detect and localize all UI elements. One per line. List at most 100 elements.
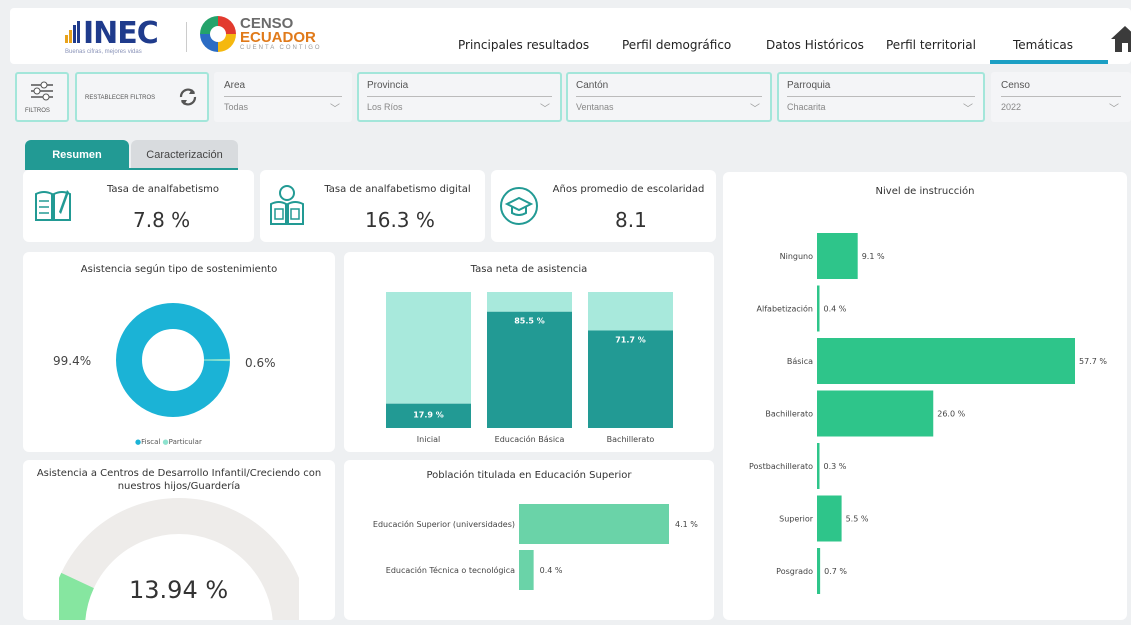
canton-label: Cantón xyxy=(576,80,609,91)
canton-underline xyxy=(576,96,762,97)
gauge-title-line1: Asistencia a Centros de Desarrollo Infan… xyxy=(36,468,322,479)
tasa-bar-remainder[interactable] xyxy=(487,292,572,312)
instruccion-category-label: Postbachillerato xyxy=(749,462,813,471)
donut-title: Asistencia según tipo de sostenimiento xyxy=(80,264,278,275)
chevron-down-icon: ﹀ xyxy=(963,104,973,115)
gauge-value: 13.94 % xyxy=(129,576,229,604)
chevron-down-icon: ﹀ xyxy=(330,104,340,115)
instruccion-value-label: 26.0 % xyxy=(937,410,965,419)
provincia-select[interactable]: Provincia Los Ríos ﹀ xyxy=(357,72,562,122)
instruccion-value-label: 57.7 % xyxy=(1079,357,1107,366)
tasa-bar-remainder[interactable] xyxy=(588,292,673,331)
instruccion-category-label: Alfabetización xyxy=(757,304,813,314)
parroquia-value: Chacarita xyxy=(787,102,826,112)
instruccion-bar[interactable] xyxy=(817,285,820,332)
censo-tagline: CUENTA CONTIGO xyxy=(240,45,322,51)
superior-value-label: 4.1 % xyxy=(675,520,698,529)
nav-tematicas[interactable]: Temáticas xyxy=(1013,38,1073,52)
tab-caracterizacion[interactable]: Caracterización xyxy=(131,140,238,170)
provincia-value: Los Ríos xyxy=(367,102,403,112)
instruccion-bar[interactable] xyxy=(817,338,1075,384)
area-value: Todas xyxy=(224,102,249,112)
area-select[interactable]: Area Todas ﹀ xyxy=(214,72,352,122)
refresh-icon xyxy=(179,88,197,106)
kpi-value: 8.1 xyxy=(615,208,647,232)
logo-divider xyxy=(186,22,187,52)
superior-bar[interactable] xyxy=(519,504,669,544)
donut-card: Asistencia según tipo de sostenimiento 9… xyxy=(23,252,335,452)
graduation-cap-icon xyxy=(500,187,538,225)
donut-particular-label: 0.6% xyxy=(245,356,276,370)
chevron-down-icon: ﹀ xyxy=(1109,104,1119,115)
censo-logo[interactable]: CENSO ECUADOR CUENTA CONTIGO xyxy=(200,16,322,52)
legend-particular: Particular xyxy=(168,438,202,446)
instruccion-bar[interactable] xyxy=(817,495,842,542)
reset-filters-label: RESTABLECER FILTROS xyxy=(85,95,156,101)
nav-datos-historicos[interactable]: Datos Históricos xyxy=(766,38,864,52)
kpi-card-analfabetismo-digital: Tasa de analfabetismo digital 16.3 % xyxy=(260,170,485,242)
provincia-label: Provincia xyxy=(367,80,409,91)
tasa-bar[interactable] xyxy=(487,311,572,428)
top-header: INEC Buenas cifras, mejores vidas CENSO … xyxy=(10,8,1131,64)
instruccion-card: Nivel de instrucción Ninguno 9.1 % Alfabet… xyxy=(723,172,1127,620)
tasa-bar[interactable] xyxy=(588,330,673,428)
instruccion-chart[interactable]: Ninguno 9.1 % Alfabetización 0.4 % Básica 57.… xyxy=(723,172,1127,620)
gauge-title-line2: nuestros hijos/Guardería xyxy=(117,481,241,492)
digital-book-icon xyxy=(270,185,304,225)
instruccion-bar[interactable] xyxy=(817,390,934,437)
tasa-category-label: Bachillerato xyxy=(607,435,655,444)
donut-fiscal-label: 99.4% xyxy=(53,354,92,368)
superior-value-label: 0.4 % xyxy=(540,566,563,575)
tasa-bar-label: 85.5 % xyxy=(514,317,545,326)
nav-principales-resultados[interactable]: Principales resultados xyxy=(458,38,589,52)
superior-bar[interactable] xyxy=(519,550,534,590)
parroquia-select[interactable]: Parroquia Chacarita ﹀ xyxy=(777,72,985,122)
instruccion-value-label: 0.4 % xyxy=(824,305,847,314)
censo-select[interactable]: Censo 2022 ﹀ xyxy=(991,72,1131,122)
area-underline xyxy=(224,96,342,97)
gauge-card: Asistencia a Centros de Desarrollo Infan… xyxy=(23,460,335,620)
legend-fiscal: Fiscal xyxy=(141,438,161,446)
nav-perfil-territorial[interactable]: Perfil territorial xyxy=(886,38,976,52)
tasa-neta-chart[interactable]: 17.9 % Inicial 85.5 % Educación Básica 71.7 … xyxy=(344,252,714,452)
superior-category-label: Educación Superior (universidades) xyxy=(373,519,515,529)
censo-line2: ECUADOR xyxy=(240,29,316,46)
tab-resumen[interactable]: Resumen xyxy=(25,140,129,170)
provincia-underline xyxy=(367,96,552,97)
instruccion-bar[interactable] xyxy=(817,443,820,489)
active-nav-indicator xyxy=(990,60,1108,64)
inec-logo[interactable]: INEC Buenas cifras, mejores vidas xyxy=(65,16,159,55)
chevron-down-icon: ﹀ xyxy=(540,104,550,115)
instruccion-category-label: Superior xyxy=(779,515,814,524)
kpi-card-analfabetismo: Tasa de analfabetismo 7.8 % xyxy=(23,170,254,242)
reset-filters-button[interactable]: RESTABLECER FILTROS xyxy=(75,72,209,122)
instruccion-bar[interactable] xyxy=(817,548,821,594)
inec-wordmark: INEC xyxy=(83,16,159,51)
canton-select[interactable]: Cantón Ventanas ﹀ xyxy=(566,72,772,122)
instruccion-value-label: 0.3 % xyxy=(824,462,847,471)
donut-legend: ●Fiscal ●Particular xyxy=(135,438,202,446)
superior-chart[interactable]: Educación Superior (universidades) 4.1 % E… xyxy=(344,460,714,620)
instruccion-category-label: Bachillerato xyxy=(765,410,813,419)
kpi-title: Tasa de analfabetismo xyxy=(106,184,220,195)
kpi-value: 7.8 % xyxy=(133,208,191,232)
kpi-value: 16.3 % xyxy=(365,208,435,232)
tasa-category-label: Educación Básica xyxy=(495,434,565,444)
donut-chart[interactable] xyxy=(113,300,233,420)
nav-perfil-demografico[interactable]: Perfil demográfico xyxy=(622,38,731,52)
inec-bars-icon xyxy=(65,21,81,43)
instruccion-value-label: 0.7 % xyxy=(824,567,847,576)
parroquia-label: Parroquia xyxy=(787,80,831,91)
tasa-bar-remainder[interactable] xyxy=(386,292,471,404)
filters-toggle-button[interactable]: FILTROS xyxy=(15,72,69,122)
home-icon[interactable] xyxy=(1110,24,1131,54)
censo-underline xyxy=(1001,96,1121,97)
parroquia-underline xyxy=(787,96,975,97)
area-label: Area xyxy=(224,80,246,91)
kpi-card-escolaridad: Años promedio de escolaridad 8.1 xyxy=(491,170,716,242)
instruccion-value-label: 5.5 % xyxy=(846,515,869,524)
censo-label: Censo xyxy=(1001,80,1030,91)
instruccion-bar[interactable] xyxy=(817,233,858,279)
canton-value: Ventanas xyxy=(576,102,614,112)
sliders-icon xyxy=(31,81,53,101)
